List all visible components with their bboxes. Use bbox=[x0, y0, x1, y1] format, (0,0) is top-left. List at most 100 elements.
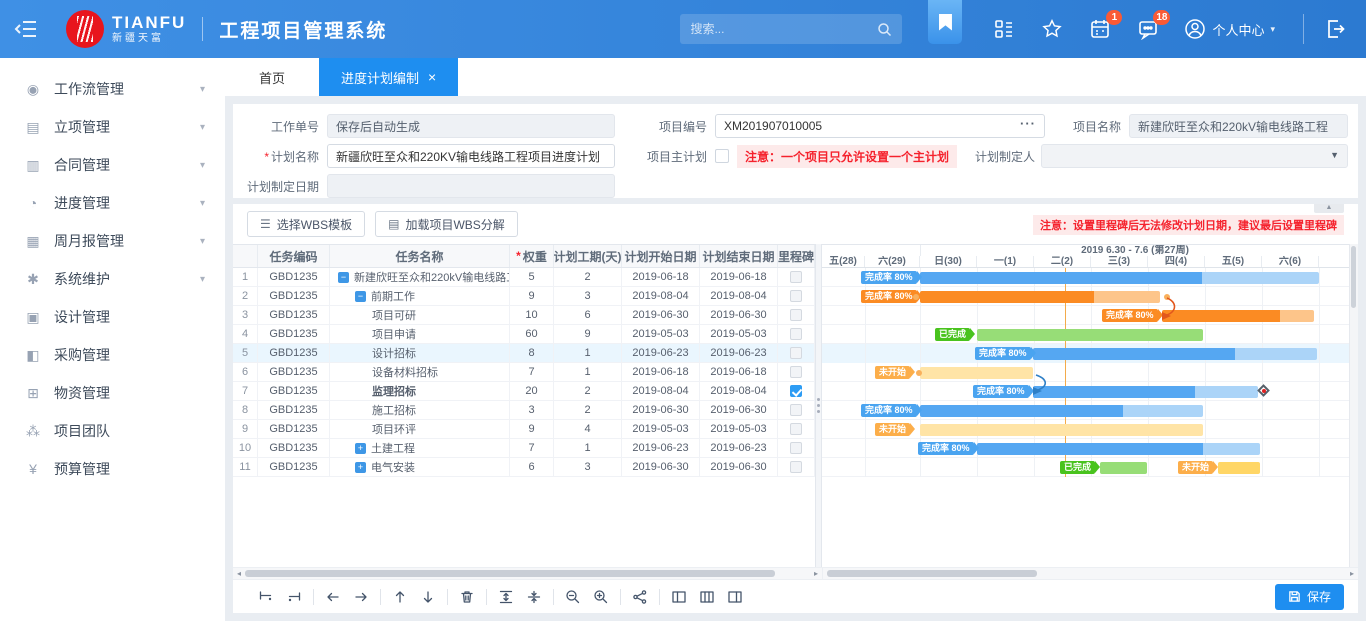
collapse-form-button[interactable]: ▲ bbox=[1314, 204, 1344, 213]
master-plan-checkbox[interactable] bbox=[715, 149, 729, 163]
tab-home[interactable]: 首页 bbox=[225, 58, 319, 96]
table-row[interactable]: 10GBD1235+土建工程712019-06-232019-06-23 bbox=[233, 439, 815, 458]
bookmark-icon[interactable] bbox=[928, 0, 962, 44]
gantt-bar-task-10[interactable] bbox=[977, 443, 1260, 455]
plan-maker-select[interactable]: ▼ bbox=[1041, 144, 1348, 168]
collapse-rows-icon[interactable] bbox=[526, 589, 542, 605]
gantt-hscrollbar[interactable]: ▸ bbox=[822, 568, 1358, 579]
table-row[interactable]: 5GBD1235设计招标812019-06-232019-06-23 bbox=[233, 344, 815, 363]
indent-icon[interactable] bbox=[286, 589, 302, 605]
milestone-checkbox[interactable] bbox=[790, 328, 802, 340]
table-row[interactable]: 9GBD1235项目环评942019-05-032019-05-03 bbox=[233, 420, 815, 439]
arrow-down-icon[interactable] bbox=[420, 589, 436, 605]
zoom-out-icon[interactable] bbox=[565, 589, 581, 605]
milestone-checkbox[interactable] bbox=[790, 442, 802, 454]
project-name-input[interactable] bbox=[1129, 114, 1348, 138]
pane-splitter[interactable] bbox=[815, 244, 822, 567]
sidebar-item-0[interactable]: ◉工作流管理▾ bbox=[0, 70, 225, 108]
sidebar-item-1[interactable]: ▤立项管理▾ bbox=[0, 108, 225, 146]
table-row[interactable]: 1GBD1235−新建欣旺至众和220kV输电线路工程522019-06-182… bbox=[233, 268, 815, 287]
close-icon[interactable]: × bbox=[428, 70, 436, 84]
gantt-bar-task-2[interactable] bbox=[920, 291, 1160, 303]
table-row[interactable]: 6GBD1235设备材料招标712019-06-182019-06-18 bbox=[233, 363, 815, 382]
table-row[interactable]: 7GBD1235监理招标2022019-08-042019-08-04 bbox=[233, 382, 815, 401]
select-wbs-template-button[interactable]: ☰ 选择WBS模板 bbox=[247, 211, 365, 237]
gantt-bar-task-3[interactable] bbox=[1162, 310, 1314, 322]
milestone-checkbox[interactable] bbox=[790, 461, 802, 473]
sidebar-item-7[interactable]: ◧采购管理 bbox=[0, 336, 225, 374]
logout-icon[interactable] bbox=[1324, 18, 1346, 40]
milestone-checkbox[interactable] bbox=[790, 366, 802, 378]
project-picker-button[interactable]: ··· bbox=[1020, 116, 1036, 131]
sidebar-item-6[interactable]: ▣设计管理 bbox=[0, 298, 225, 336]
tab-schedule-plan[interactable]: 进度计划编制 × bbox=[319, 58, 458, 96]
gantt-bar-task-1[interactable] bbox=[920, 272, 1319, 284]
load-project-wbs-button[interactable]: ▤ 加载项目WBS分解 bbox=[375, 211, 518, 237]
milestone-checkbox[interactable] bbox=[790, 290, 802, 302]
messages-icon[interactable]: 18 bbox=[1137, 18, 1159, 40]
layout-left-icon[interactable] bbox=[671, 589, 687, 605]
milestone-checkbox[interactable] bbox=[790, 309, 802, 321]
delete-icon[interactable] bbox=[459, 589, 475, 605]
arrow-left-icon[interactable] bbox=[325, 589, 341, 605]
milestone-checkbox[interactable] bbox=[790, 423, 802, 435]
table-row[interactable]: 4GBD1235项目申请6092019-05-032019-05-03 bbox=[233, 325, 815, 344]
link-icon[interactable] bbox=[632, 589, 648, 605]
save-button[interactable]: 保存 bbox=[1275, 584, 1344, 610]
sidebar-item-5[interactable]: ✱系统维护▾ bbox=[0, 260, 225, 298]
table-hscrollbar[interactable]: ◂ ▸ bbox=[233, 568, 822, 579]
plan-date-input[interactable] bbox=[327, 174, 615, 198]
gantt-bar-task-7[interactable] bbox=[1033, 386, 1258, 398]
user-menu[interactable]: 个人中心 ▾ bbox=[1184, 18, 1275, 40]
gantt-bar-task-11[interactable] bbox=[1100, 462, 1147, 474]
table-row[interactable]: 11GBD1235+电气安装632019-06-302019-06-30 bbox=[233, 458, 815, 477]
milestone-checkbox[interactable] bbox=[790, 347, 802, 359]
table-row[interactable]: 8GBD1235施工招标322019-06-302019-06-30 bbox=[233, 401, 815, 420]
favorites-star-icon[interactable] bbox=[1041, 18, 1063, 40]
expand-node-icon[interactable]: + bbox=[355, 462, 366, 473]
layout-right-icon[interactable] bbox=[727, 589, 743, 605]
collapse-node-icon[interactable]: − bbox=[338, 272, 349, 283]
outdent-icon[interactable] bbox=[258, 589, 274, 605]
arrow-up-icon[interactable] bbox=[392, 589, 408, 605]
sidebar-item-3[interactable]: ◔进度管理▾ bbox=[0, 184, 225, 222]
search-icon[interactable] bbox=[877, 22, 892, 37]
gantt-link-dot bbox=[916, 370, 922, 376]
gantt-bar-task-4[interactable] bbox=[977, 329, 1203, 341]
project-code-input[interactable] bbox=[715, 114, 1045, 138]
sidebar-item-2[interactable]: ▥合同管理▾ bbox=[0, 146, 225, 184]
expand-rows-icon[interactable] bbox=[498, 589, 514, 605]
layout-split-icon[interactable] bbox=[699, 589, 715, 605]
work-order-input[interactable] bbox=[327, 114, 615, 138]
sidebar-item-9[interactable]: ⁂项目团队 bbox=[0, 412, 225, 450]
scroll-left-icon[interactable]: ◂ bbox=[233, 569, 245, 578]
scrollbar-thumb[interactable] bbox=[245, 570, 775, 577]
scroll-right-icon[interactable]: ▸ bbox=[810, 569, 822, 578]
sidebar-collapse-icon[interactable] bbox=[14, 20, 38, 38]
search-input[interactable] bbox=[690, 22, 877, 36]
scroll-right-icon[interactable]: ▸ bbox=[1346, 569, 1358, 578]
vertical-scrollbar[interactable] bbox=[1349, 244, 1358, 567]
arrow-right-icon[interactable] bbox=[353, 589, 369, 605]
milestone-checkbox[interactable] bbox=[790, 385, 802, 397]
sidebar-item-10[interactable]: ¥预算管理 bbox=[0, 450, 225, 488]
milestone-checkbox[interactable] bbox=[790, 404, 802, 416]
gantt-bar-task-5[interactable] bbox=[1033, 348, 1317, 360]
gantt-bar-task-8[interactable] bbox=[920, 405, 1203, 417]
gantt-bar-task-9[interactable] bbox=[920, 424, 1203, 436]
table-row[interactable]: 2GBD1235−前期工作932019-08-042019-08-04 bbox=[233, 287, 815, 306]
sidebar-item-8[interactable]: ⊞物资管理 bbox=[0, 374, 225, 412]
sidebar-item-4[interactable]: ▦周月报管理▾ bbox=[0, 222, 225, 260]
apps-grid-icon[interactable] bbox=[993, 18, 1015, 40]
expand-node-icon[interactable]: + bbox=[355, 443, 366, 454]
table-row[interactable]: 3GBD1235项目可研1062019-06-302019-06-30 bbox=[233, 306, 815, 325]
plan-name-input[interactable] bbox=[327, 144, 615, 168]
gantt-bar-task-6[interactable] bbox=[920, 367, 1033, 379]
calendar-icon[interactable]: 1 bbox=[1089, 18, 1111, 40]
scrollbar-thumb[interactable] bbox=[827, 570, 1037, 577]
gantt-bar-task-11[interactable] bbox=[1218, 462, 1260, 474]
collapse-node-icon[interactable]: − bbox=[355, 291, 366, 302]
scrollbar-thumb[interactable] bbox=[1351, 246, 1356, 308]
milestone-checkbox[interactable] bbox=[790, 271, 802, 283]
zoom-in-icon[interactable] bbox=[593, 589, 609, 605]
